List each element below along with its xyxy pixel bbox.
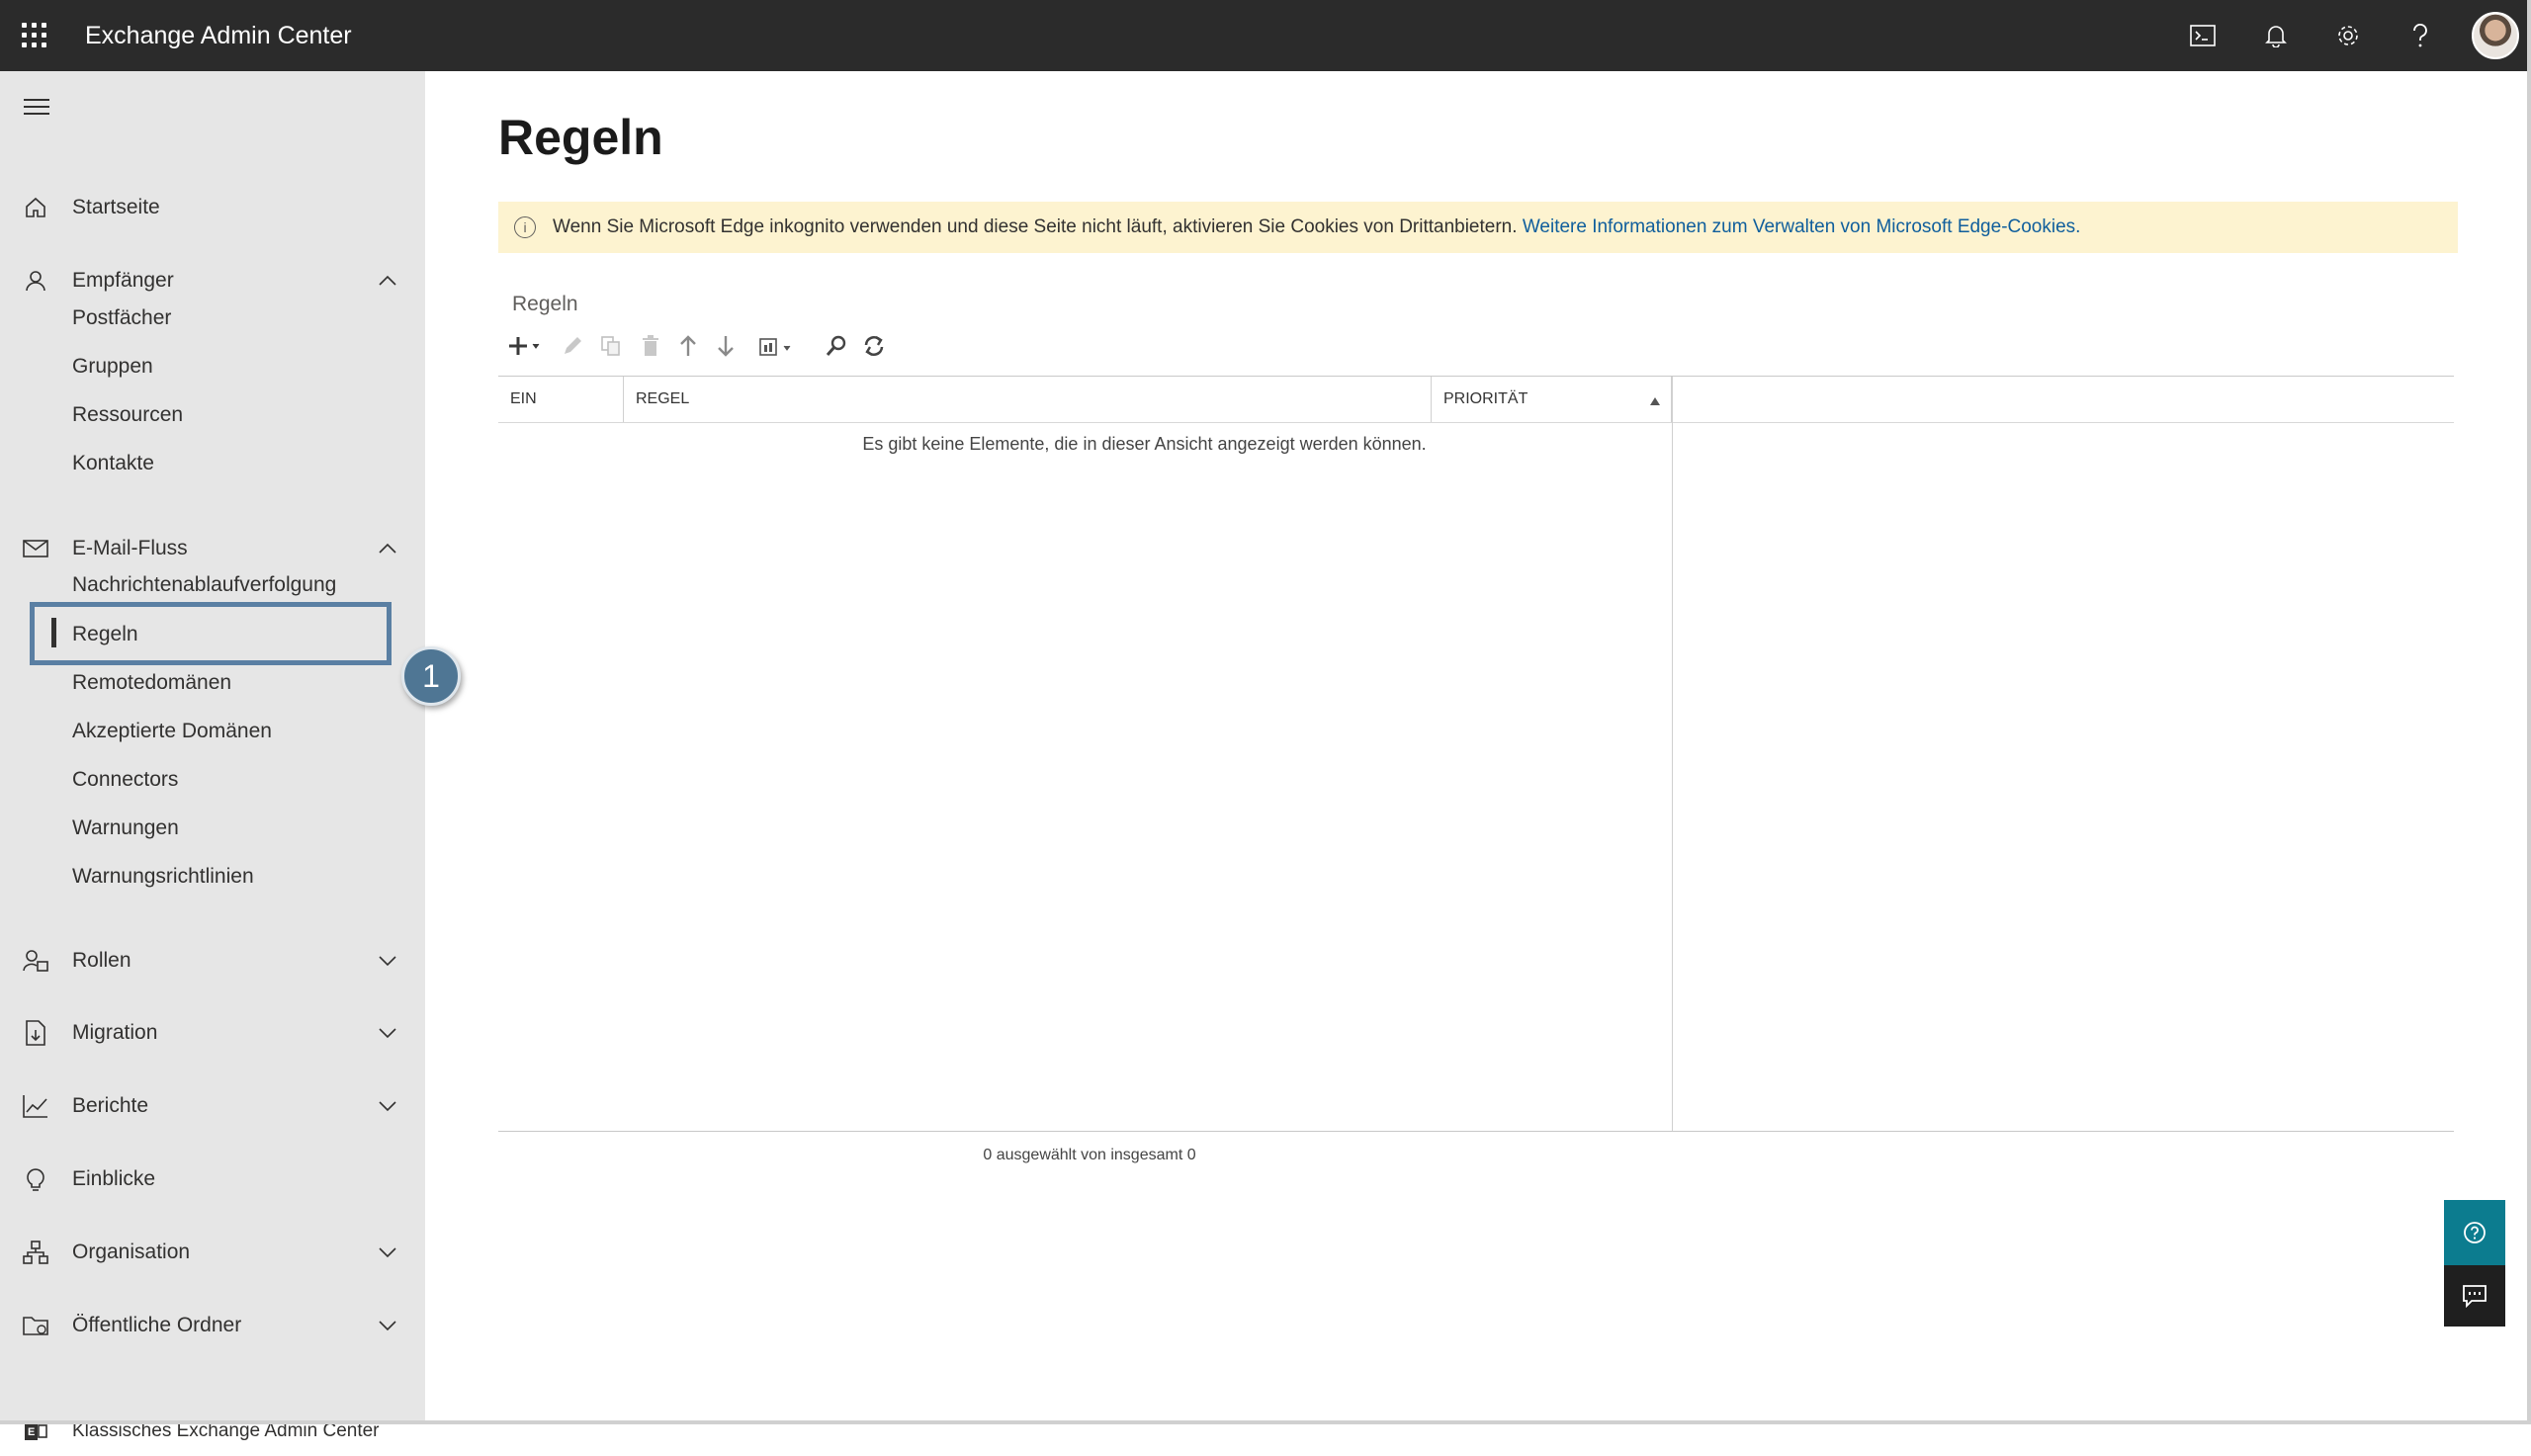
sidebar-item-alerts[interactable]: Warnungen <box>0 807 425 850</box>
chevron-down-icon[interactable] <box>376 1094 399 1118</box>
details-pane-header-line <box>1673 422 2454 423</box>
sidebar: Startseite Empfänger Postfächer Gruppen … <box>0 71 425 1441</box>
page-title: Regeln <box>498 110 663 165</box>
chevron-up-icon[interactable] <box>376 269 399 293</box>
sidebar-item-remote-domains[interactable]: Remotedomänen <box>0 661 425 705</box>
nav-item-classic-eac[interactable]: E Klassisches Exchange Admin Center <box>0 1407 425 1456</box>
more-options-button[interactable] <box>755 330 803 362</box>
priority-label: PRIORITÄT <box>1443 390 1528 407</box>
hamburger-icon[interactable] <box>24 99 49 120</box>
table-header: EIN REGEL PRIORITÄT <box>498 377 1672 423</box>
app-launcher-icon[interactable] <box>22 23 47 48</box>
info-icon: i <box>514 216 536 238</box>
nav-label: Empfänger <box>72 269 174 292</box>
migration-icon <box>22 1019 49 1047</box>
sidebar-item-message-trace[interactable]: Nachrichtenablaufverfolgung <box>0 563 425 607</box>
move-up-icon[interactable] <box>674 330 702 362</box>
svg-text:E: E <box>28 1426 35 1438</box>
delete-icon[interactable] <box>637 330 664 362</box>
nav-label: Startseite <box>72 196 160 218</box>
rules-table: EIN REGEL PRIORITÄT Es gibt keine Elemen… <box>498 376 2454 1132</box>
nav-item-migration[interactable]: Migration <box>0 1008 425 1058</box>
window-border-right <box>2527 0 2531 1424</box>
nav-item-insights[interactable]: Einblicke <box>0 1155 425 1204</box>
nav-label: Berichte <box>72 1094 149 1117</box>
selection-highlight <box>30 602 392 665</box>
nav-item-home[interactable]: Startseite <box>0 183 425 232</box>
sidebar-item-connectors[interactable]: Connectors <box>0 758 425 802</box>
banner-link[interactable]: Weitere Informationen zum Verwalten von … <box>1523 216 2081 237</box>
sort-ascending-icon <box>1649 393 1661 411</box>
top-bar: Exchange Admin Center <box>0 0 2531 71</box>
column-header-priority[interactable]: PRIORITÄT <box>1432 377 1672 422</box>
sidebar-item-groups[interactable]: Gruppen <box>0 345 425 388</box>
nav-item-public-folders[interactable]: Öffentliche Ordner <box>0 1301 425 1350</box>
app-title[interactable]: Exchange Admin Center <box>85 22 352 50</box>
nav-item-organization[interactable]: Organisation <box>0 1228 425 1277</box>
move-down-icon[interactable] <box>712 330 740 362</box>
nav-item-reports[interactable]: Berichte <box>0 1081 425 1131</box>
selected-indicator <box>51 618 56 647</box>
lightbulb-icon <box>22 1165 49 1193</box>
section-label: Regeln <box>512 293 578 315</box>
home-icon <box>22 194 49 221</box>
chevron-down-icon[interactable] <box>376 1314 399 1337</box>
help-button[interactable] <box>2444 1200 2505 1265</box>
help-icon[interactable] <box>2402 18 2438 53</box>
info-banner: i Wenn Sie Microsoft Edge inkognito verw… <box>498 202 2458 253</box>
chart-line-icon <box>22 1092 49 1120</box>
feedback-button[interactable] <box>2444 1265 2505 1327</box>
bell-icon[interactable] <box>2258 18 2294 53</box>
sidebar-item-alert-policies[interactable]: Warnungsrichtlinien <box>0 855 425 899</box>
selection-status: 0 ausgewählt von insgesamt 0 <box>983 1147 1196 1163</box>
nav-label: Organisation <box>72 1241 191 1263</box>
callout-badge: 1 <box>401 646 461 706</box>
column-header-on[interactable]: EIN <box>498 377 624 422</box>
terminal-icon[interactable] <box>2185 18 2221 53</box>
nav-label: Rollen <box>72 949 131 972</box>
chevron-down-icon[interactable] <box>376 1021 399 1045</box>
nav-label: Öffentliche Ordner <box>72 1314 242 1336</box>
folder-icon <box>22 1312 49 1339</box>
nav-label: E-Mail-Fluss <box>72 537 188 559</box>
chevron-down-icon[interactable] <box>376 949 399 973</box>
chevron-up-icon[interactable] <box>376 537 399 560</box>
details-pane-divider <box>1672 377 1673 1131</box>
banner-text: Wenn Sie Microsoft Edge inkognito verwen… <box>553 216 1518 237</box>
copy-icon[interactable] <box>597 330 625 362</box>
refresh-icon[interactable] <box>860 330 888 362</box>
search-icon[interactable] <box>823 330 850 362</box>
avatar[interactable] <box>2472 12 2519 59</box>
add-button[interactable] <box>506 330 550 362</box>
empty-message: Es gibt keine Elemente, die in dieser An… <box>862 434 1427 454</box>
gear-icon[interactable] <box>2330 18 2366 53</box>
person-icon <box>22 267 49 295</box>
roles-icon <box>22 947 49 975</box>
nav-label: Migration <box>72 1021 158 1044</box>
sidebar-item-accepted-domains[interactable]: Akzeptierte Domänen <box>0 710 425 753</box>
sidebar-item-mailboxes[interactable]: Postfächer <box>0 297 425 340</box>
window-border-bottom <box>0 1420 2531 1424</box>
nav-label: Einblicke <box>72 1167 156 1190</box>
column-header-rule[interactable]: REGEL <box>624 377 1432 422</box>
nav-item-roles[interactable]: Rollen <box>0 936 425 985</box>
organization-icon <box>22 1239 49 1266</box>
mail-icon <box>22 535 49 562</box>
chevron-down-icon[interactable] <box>376 1241 399 1264</box>
sidebar-item-resources[interactable]: Ressourcen <box>0 393 425 437</box>
sidebar-item-contacts[interactable]: Kontakte <box>0 442 425 485</box>
edit-icon[interactable] <box>559 330 586 362</box>
